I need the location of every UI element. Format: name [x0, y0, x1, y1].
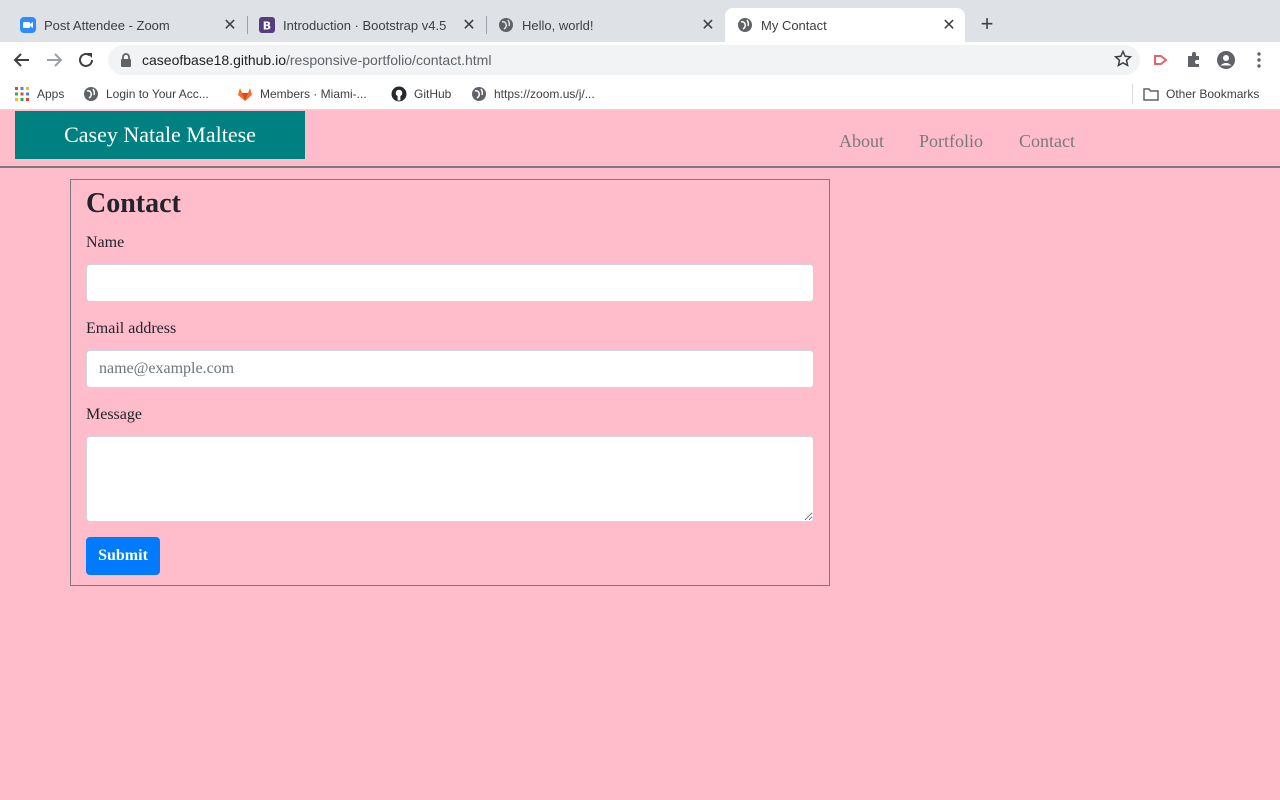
other-bookmarks-label: Other Bookmarks	[1166, 87, 1260, 101]
url-text: caseofbase18.github.io/responsive-portfo…	[142, 52, 491, 68]
tab-title: Introduction · Bootstrap v4.5	[283, 17, 447, 33]
nav-link-portfolio[interactable]: Portfolio	[919, 131, 983, 152]
extensions-puzzle-icon[interactable]	[1184, 50, 1204, 70]
tab-hello-world[interactable]: Hello, world! ✕	[478, 8, 724, 42]
bootstrap-icon: B	[259, 17, 275, 33]
globe-icon	[83, 86, 99, 102]
page-viewport: Casey Natale Maltese About Portfolio Con…	[0, 111, 1280, 800]
tab-title: My Contact	[761, 17, 827, 33]
bookmark-label: Members · Miami-...	[260, 87, 367, 101]
site-brand-link[interactable]: Casey Natale Maltese	[15, 111, 305, 159]
bookmark-gitlab-members[interactable]: Members · Miami-...	[237, 85, 367, 103]
contact-form-card: Contact Name Email address Message Submi…	[70, 179, 830, 586]
tab-bootstrap-introduction[interactable]: B Introduction · Bootstrap v4.5 ✕	[239, 8, 485, 42]
bookmark-apps[interactable]: Apps	[14, 85, 64, 103]
globe-icon	[471, 86, 487, 102]
bookmarks-separator	[1132, 84, 1133, 104]
submit-button[interactable]: Submit	[86, 537, 160, 575]
tab-title: Post Attendee - Zoom	[44, 17, 170, 33]
message-label: Message	[86, 406, 142, 423]
email-input[interactable]	[86, 350, 814, 388]
bookmark-label: GitHub	[414, 87, 452, 101]
bookmark-label: Apps	[37, 87, 65, 101]
apps-grid-icon	[14, 86, 30, 102]
other-bookmarks[interactable]: Other Bookmarks	[1143, 85, 1259, 103]
bookmark-github[interactable]: GitHub	[391, 85, 451, 103]
github-icon	[391, 86, 407, 102]
bookmark-label: Login to Your Acc...	[106, 87, 209, 101]
address-bar[interactable]: caseofbase18.github.io/responsive-portfo…	[108, 45, 1140, 75]
url-host: caseofbase18.github.io	[142, 52, 286, 68]
bookmark-zoom-link[interactable]: https://zoom.us/j/...	[471, 85, 595, 103]
name-input[interactable]	[86, 264, 814, 302]
svg-text:B: B	[263, 20, 271, 33]
gitlab-icon	[237, 86, 253, 102]
bookmarks-bar: Apps Login to Your Acc... Members · Miam…	[0, 78, 1280, 110]
close-tab-icon[interactable]: ✕	[459, 15, 479, 35]
globe-icon	[498, 17, 514, 33]
profile-avatar-icon[interactable]	[1216, 50, 1236, 70]
forward-icon[interactable]	[42, 48, 66, 72]
browser-tabstrip: Post Attendee - Zoom ✕ B Introduction · …	[0, 0, 1280, 42]
page-title: Contact	[86, 188, 181, 219]
back-icon[interactable]	[10, 48, 34, 72]
new-tab-button[interactable]: +	[975, 11, 999, 36]
name-label: Name	[86, 234, 125, 251]
bookmark-label: https://zoom.us/j/...	[494, 87, 595, 101]
tab-post-attendee-zoom[interactable]: Post Attendee - Zoom ✕	[0, 8, 246, 42]
close-tab-icon[interactable]: ✕	[939, 15, 959, 35]
bookmark-star-icon[interactable]	[1113, 49, 1133, 73]
folder-icon	[1143, 86, 1159, 102]
nav-link-contact[interactable]: Contact	[1019, 131, 1075, 152]
browser-toolbar: caseofbase18.github.io/responsive-portfo…	[0, 42, 1280, 78]
close-tab-icon[interactable]: ✕	[698, 15, 718, 35]
zoom-icon	[20, 17, 36, 33]
browser-menu-icon[interactable]	[1249, 50, 1269, 70]
reload-icon[interactable]	[74, 48, 98, 72]
email-label: Email address	[86, 320, 177, 337]
nav-link-about[interactable]: About	[839, 131, 884, 152]
lock-icon	[120, 52, 132, 73]
tab-title: Hello, world!	[522, 17, 594, 33]
close-tab-icon[interactable]: ✕	[220, 15, 240, 35]
bookmark-login[interactable]: Login to Your Acc...	[83, 85, 209, 103]
globe-icon	[737, 17, 753, 33]
message-textarea[interactable]	[86, 436, 814, 522]
url-path: /responsive-portfolio/contact.html	[286, 52, 492, 68]
extension-arrow-icon[interactable]	[1151, 50, 1171, 70]
site-navbar: Casey Natale Maltese About Portfolio Con…	[0, 111, 1280, 168]
tab-my-contact[interactable]: My Contact ✕	[725, 8, 965, 42]
